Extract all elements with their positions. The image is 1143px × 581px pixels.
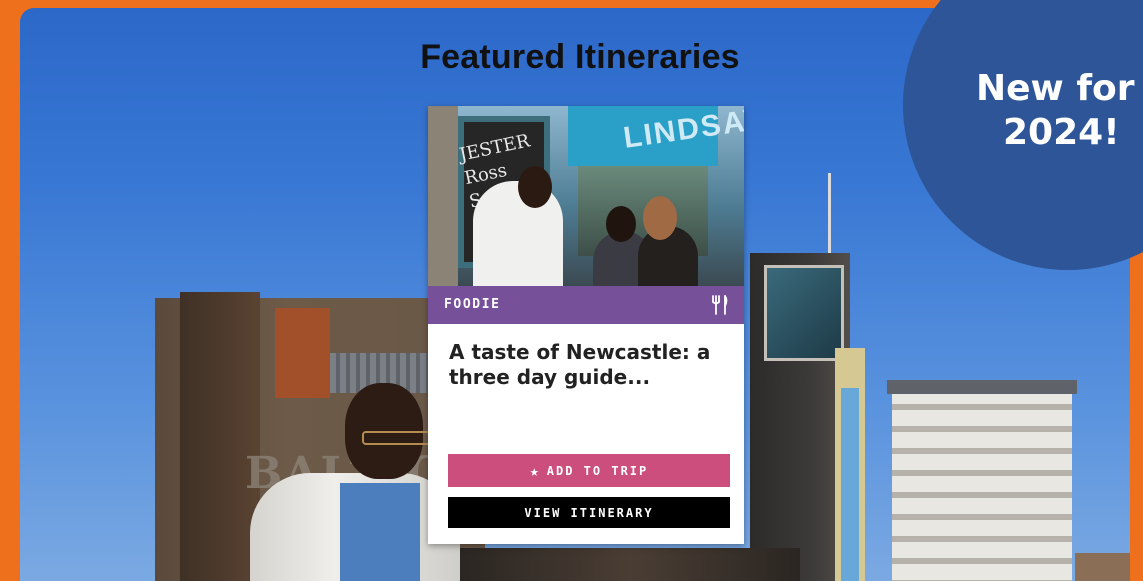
fork-knife-icon bbox=[712, 295, 728, 315]
itinerary-card[interactable]: JESTER Ross Salmon LINDSAY FOODIE bbox=[428, 106, 744, 544]
crowd bbox=[460, 548, 800, 581]
card-photo[interactable]: JESTER Ross Salmon LINDSAY bbox=[428, 106, 744, 286]
add-to-trip-button[interactable]: ★ ADD TO TRIP bbox=[448, 454, 730, 487]
banner-stripe bbox=[841, 388, 859, 581]
itinerary-title[interactable]: A taste of Newcastle: a three day guide.… bbox=[449, 340, 729, 390]
view-itinerary-label: VIEW ITINERARY bbox=[524, 505, 654, 520]
person-figure-head bbox=[606, 206, 636, 242]
building-tower bbox=[180, 292, 260, 581]
category-label: FOODIE bbox=[444, 297, 501, 312]
badge-text-line1: New for bbox=[976, 68, 1135, 109]
category-bar: FOODIE bbox=[428, 286, 744, 324]
person-figure-head bbox=[518, 166, 552, 208]
building-glass bbox=[764, 265, 844, 361]
star-icon: ★ bbox=[529, 461, 539, 480]
person-shirt bbox=[340, 483, 420, 581]
banner bbox=[835, 348, 865, 581]
apartment-building bbox=[887, 380, 1077, 581]
view-itinerary-button[interactable]: VIEW ITINERARY bbox=[448, 497, 730, 528]
person-figure-head bbox=[643, 196, 677, 240]
slide-frame: BALTIC Featured Itineraries New for 2024… bbox=[0, 0, 1143, 581]
building-roof bbox=[887, 380, 1077, 394]
badge-text-line2: 2024! bbox=[1003, 112, 1120, 153]
add-to-trip-label: ADD TO TRIP bbox=[546, 463, 649, 478]
photo-wall bbox=[428, 106, 458, 286]
person-glasses bbox=[362, 431, 436, 445]
small-building bbox=[1075, 553, 1130, 581]
